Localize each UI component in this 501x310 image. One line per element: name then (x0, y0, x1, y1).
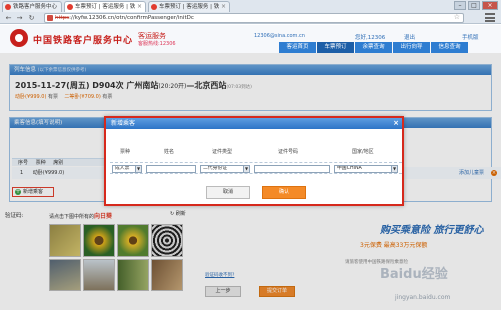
window-controls: – □ × (454, 1, 498, 10)
nav-tab-booking[interactable]: 车票预订 (317, 42, 354, 53)
maximize-icon[interactable]: □ (468, 1, 480, 10)
url-path: ://kyfw.12306.cn/otn/confirmPassenger/in… (69, 15, 194, 21)
name-input[interactable] (146, 165, 196, 173)
nav-tab-home[interactable]: 客运首页 (279, 42, 316, 53)
railway-logo-icon (10, 29, 28, 47)
id-type-select[interactable]: 二代身份证 ▼ (200, 165, 250, 173)
add-passenger-dialog: 新增乘客 × 票种 姓名 证件类型 证件号码 国家/地区 成人票 ▼ 二代身份证… (104, 116, 404, 206)
tab-label: 铁路客户服务中心 (13, 4, 58, 10)
back-icon[interactable]: ← (4, 14, 13, 22)
id-number-input[interactable] (254, 165, 330, 173)
chevron-down-icon: ▼ (243, 166, 249, 172)
reload-icon[interactable]: ↻ (27, 14, 36, 22)
mobile-link[interactable]: 手机版 (462, 33, 479, 41)
address-bar-row: ← → ↻ https://kyfw.12306.cn/otn/confirmP… (0, 12, 501, 24)
site-favicon-icon (67, 4, 73, 10)
user-email-link[interactable]: 12306@sina.com.cn (254, 33, 305, 39)
minimize-icon[interactable]: – (454, 1, 466, 10)
col-id-number: 证件号码 (278, 149, 299, 155)
ticket-type-select[interactable]: 成人票 ▼ (112, 165, 142, 173)
col-name: 姓名 (164, 149, 175, 155)
chevron-down-icon: ▼ (135, 166, 141, 172)
dialog-header: 新增乘客 × (106, 118, 402, 129)
window-close-icon[interactable]: × (482, 1, 498, 10)
dialog-title: 新增乘客 (111, 120, 136, 127)
site-header: 中国铁路客户服务中心 客运服务 客服热线:12306 12306@sina.co… (0, 25, 501, 53)
logout-link[interactable]: 退出 (404, 33, 415, 41)
close-icon[interactable]: × (137, 2, 142, 12)
browser-tab-2[interactable]: 车票预订 | 客运服务 | 铁 × (148, 1, 230, 12)
col-id-type: 证件类型 (212, 149, 233, 155)
nav-tab-info[interactable]: 信息查询 (431, 42, 468, 53)
forward-icon[interactable]: → (15, 14, 24, 22)
ticket-type-value: 成人票 (115, 166, 130, 171)
lock-icon (47, 15, 53, 21)
site-title: 中国铁路客户服务中心 (33, 36, 134, 46)
chevron-down-icon: ▼ (391, 166, 397, 172)
col-ticket-type: 票种 (120, 149, 131, 155)
country-value: 中国CHINA (337, 166, 362, 171)
site-favicon-icon (5, 4, 11, 10)
nav-tab-remaining[interactable]: 余票查询 (355, 42, 392, 53)
id-type-value: 二代身份证 (203, 166, 227, 171)
tab-label: 车票预订 | 客运服务 | 铁 (159, 4, 220, 10)
top-nav: 客运首页 车票预订 余票查询 出行向导 信息查询 (279, 42, 469, 53)
col-country: 国家/地区 (352, 149, 374, 155)
tab-label: 车票预订 | 客运服务 | 铁 (75, 4, 136, 10)
browser-chrome: 铁路客户服务中心 车票预订 | 客运服务 | 铁 × 车票预订 | 客运服务 |… (0, 0, 501, 24)
tab-strip: 铁路客户服务中心 车票预订 | 客运服务 | 铁 × 车票预订 | 客运服务 |… (0, 0, 501, 12)
hotline: 客服热线:12306 (138, 41, 176, 47)
nav-tab-guide[interactable]: 出行向导 (393, 42, 430, 53)
user-greeting[interactable]: 您好,12306 (355, 33, 385, 41)
confirm-button[interactable]: 确认 (262, 186, 306, 199)
star-icon[interactable]: ☆ (454, 13, 460, 21)
browser-tab-0[interactable]: 铁路客户服务中心 (2, 1, 62, 12)
menu-icon[interactable] (485, 13, 495, 22)
url-input[interactable]: https://kyfw.12306.cn/otn/confirmPasseng… (44, 13, 464, 23)
close-icon[interactable]: × (393, 118, 399, 129)
site-favicon-icon (151, 4, 157, 10)
close-icon[interactable]: × (221, 2, 226, 12)
url-scheme: https (55, 15, 70, 21)
dialog-field-row: 成人票 ▼ 二代身份证 ▼ 中国CHINA ▼ (110, 162, 402, 174)
country-select[interactable]: 中国CHINA ▼ (334, 165, 398, 173)
browser-tab-1[interactable]: 车票预订 | 客运服务 | 铁 × (64, 1, 146, 12)
cancel-button[interactable]: 取消 (206, 186, 250, 199)
